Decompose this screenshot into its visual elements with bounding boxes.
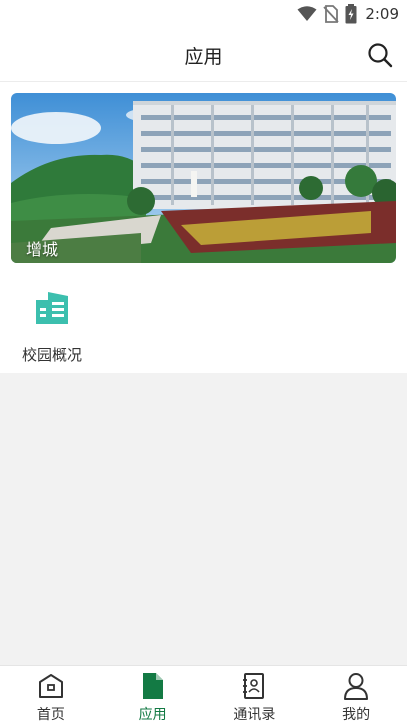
- campus-banner[interactable]: 增城: [11, 93, 396, 263]
- tab-label: 我的: [342, 707, 371, 723]
- search-icon: [368, 43, 393, 68]
- tab-home[interactable]: 首页: [0, 666, 102, 726]
- tab-label: 应用: [138, 707, 167, 723]
- page-title: 应用: [184, 46, 223, 68]
- tab-contacts[interactable]: 通讯录: [204, 666, 306, 726]
- battery-charging-icon: [345, 4, 357, 24]
- banner-caption: 增城: [26, 240, 59, 259]
- status-bar: 2:09: [0, 0, 407, 28]
- campus-photo: [11, 93, 396, 263]
- document-icon: [142, 673, 163, 699]
- tab-apps[interactable]: 应用: [102, 666, 204, 726]
- buildings-icon: [36, 292, 68, 324]
- search-button[interactable]: [367, 42, 393, 68]
- status-time: 2:09: [365, 5, 399, 23]
- status-icons: 2:09: [297, 4, 399, 24]
- app-content: 增城 校园概况: [0, 81, 407, 373]
- person-icon: [344, 673, 369, 700]
- contacts-icon: [243, 673, 265, 699]
- tab-profile[interactable]: 我的: [305, 666, 407, 726]
- wifi-icon: [297, 6, 317, 21]
- tab-label: 通讯录: [233, 707, 276, 723]
- no-sim-icon: [323, 5, 339, 23]
- home-icon: [38, 674, 63, 698]
- app-label: 校园概况: [21, 346, 82, 364]
- app-header: 应用: [0, 28, 407, 81]
- app-campus-overview[interactable]: 校园概况: [10, 286, 94, 368]
- tab-label: 首页: [36, 707, 65, 723]
- bottom-tab-bar: 首页 应用 通讯录 我的: [0, 665, 407, 726]
